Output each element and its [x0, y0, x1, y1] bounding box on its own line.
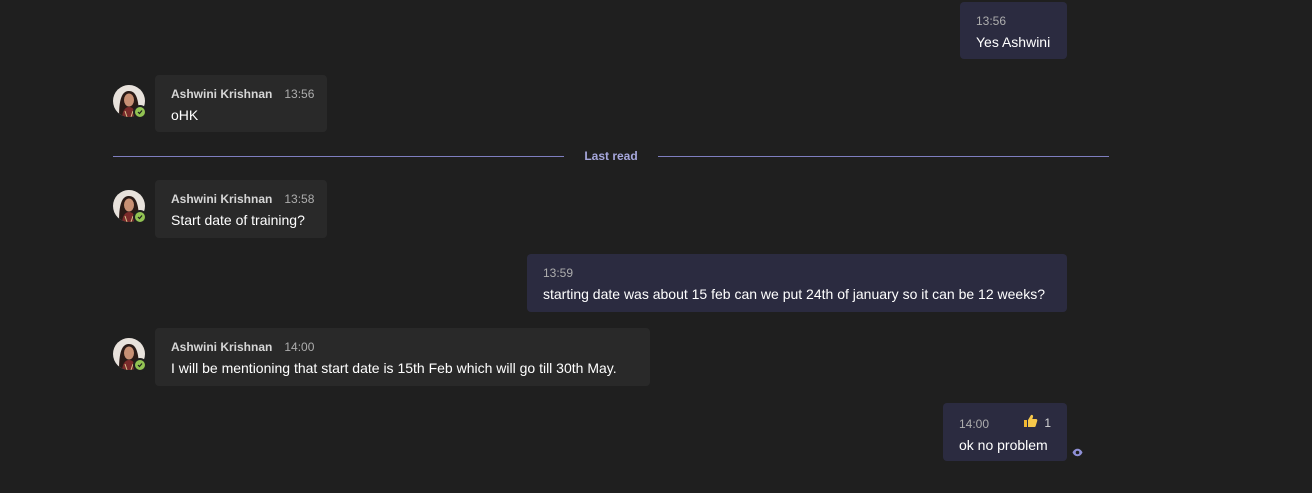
message-bubble-outgoing[interactable]: 14:00 1 ok no problem	[943, 403, 1067, 461]
avatar[interactable]	[113, 338, 147, 372]
message-meta: Ashwini Krishnan 13:58	[171, 191, 315, 207]
message-meta: Ashwini Krishnan 14:00	[171, 339, 634, 355]
message-text: Start date of training?	[171, 212, 305, 228]
sender-name: Ashwini Krishnan	[171, 192, 273, 206]
sender-name: Ashwini Krishnan	[171, 87, 273, 101]
message-text: ok no problem	[959, 437, 1048, 453]
message-bubble-outgoing[interactable]: 13:59 starting date was about 15 feb can…	[527, 254, 1067, 312]
presence-available-icon	[133, 105, 147, 119]
message-text: Yes Ashwini	[976, 34, 1051, 50]
last-read-divider: Last read	[113, 149, 1110, 163]
last-read-label: Last read	[584, 149, 638, 163]
message-meta: 13:59	[543, 265, 1051, 281]
message-timestamp: 13:59	[543, 266, 574, 280]
sender-name: Ashwini Krishnan	[171, 340, 273, 354]
message-bubble-incoming[interactable]: Ashwini Krishnan 13:56 oHK	[155, 75, 327, 132]
message-text: I will be mentioning that start date is …	[171, 360, 617, 376]
message-bubble-outgoing[interactable]: 13:56 Yes Ashwini	[960, 2, 1067, 59]
message-timestamp: 14:00	[959, 417, 990, 431]
presence-available-icon	[133, 358, 147, 372]
message-meta: 14:00 1	[959, 414, 1051, 432]
chat-message-list: 13:56 Yes Ashwini Ashwini Krishnan 13:56…	[0, 0, 1312, 493]
reaction-summary[interactable]: 1	[1023, 414, 1051, 432]
message-timestamp: 14:00	[284, 340, 315, 354]
message-text: starting date was about 15 feb can we pu…	[543, 286, 1045, 302]
message-timestamp: 13:56	[976, 14, 1007, 28]
avatar[interactable]	[113, 85, 147, 119]
divider-line	[113, 155, 565, 157]
message-meta: 13:56	[976, 13, 1051, 29]
message-timestamp: 13:58	[284, 192, 315, 206]
divider-line	[657, 155, 1110, 157]
message-timestamp: 13:56	[284, 87, 315, 101]
avatar[interactable]	[113, 190, 147, 224]
message-meta: Ashwini Krishnan 13:56	[171, 86, 315, 102]
reaction-count: 1	[1044, 416, 1051, 430]
thumbs-up-icon	[1023, 414, 1038, 432]
presence-available-icon	[133, 210, 147, 224]
message-bubble-incoming[interactable]: Ashwini Krishnan 14:00 I will be mention…	[155, 328, 650, 386]
message-bubble-incoming[interactable]: Ashwini Krishnan 13:58 Start date of tra…	[155, 180, 327, 238]
seen-eye-icon	[1072, 448, 1083, 457]
message-text: oHK	[171, 107, 199, 123]
